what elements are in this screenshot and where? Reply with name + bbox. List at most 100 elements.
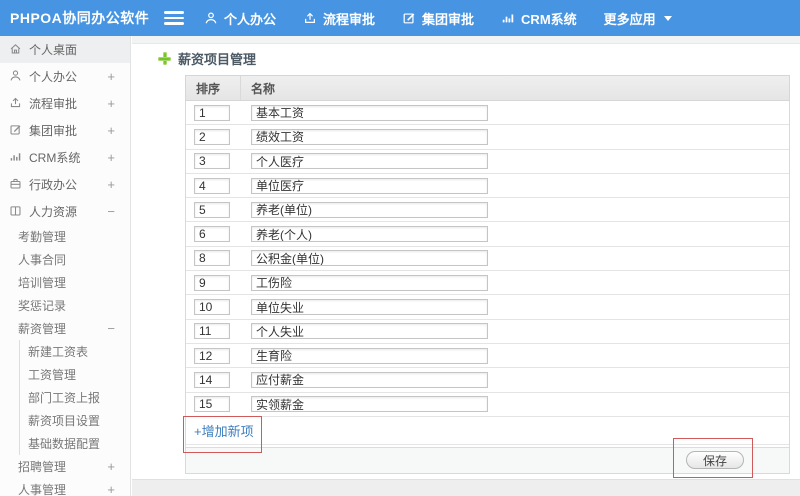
- sidebar-item-salary-item-settings[interactable]: 薪资项目设置: [20, 409, 130, 432]
- add-item-row: +增加新项: [186, 417, 789, 445]
- item-name-input[interactable]: [251, 396, 488, 413]
- add-new-item-link[interactable]: +增加新项: [194, 421, 254, 440]
- hamburger-menu-icon[interactable]: [164, 11, 184, 25]
- sort-order-input[interactable]: [194, 201, 230, 218]
- sidebar-item-group-approval[interactable]: 集团审批 +: [0, 117, 130, 144]
- item-name-input[interactable]: [251, 128, 488, 145]
- item-name-input[interactable]: [251, 347, 488, 364]
- order-cell: [186, 274, 241, 291]
- process-icon: [9, 96, 22, 112]
- nav-label: 个人办公: [224, 11, 277, 27]
- name-cell: [241, 396, 789, 413]
- expand-plus-icon[interactable]: +: [107, 96, 115, 111]
- expand-plus-icon[interactable]: +: [107, 459, 115, 474]
- sidebar-item-attendance-mgmt[interactable]: 考勤管理: [0, 225, 130, 248]
- expand-plus-icon[interactable]: +: [107, 123, 115, 138]
- sidebar-item-crm-system[interactable]: CRM系统 +: [0, 144, 130, 171]
- sidebar-item-label: 人力资源: [29, 205, 78, 219]
- nav-item-group-approval[interactable]: 集团审批: [402, 9, 474, 28]
- item-name-input[interactable]: [251, 153, 488, 170]
- item-name-input[interactable]: [251, 104, 488, 121]
- collapse-minus-icon[interactable]: −: [107, 321, 115, 336]
- sort-order-input[interactable]: [194, 371, 230, 388]
- sidebar-item-reward-records[interactable]: 奖惩记录: [0, 294, 130, 317]
- nav-label: 集团审批: [422, 11, 475, 27]
- edit-icon: [9, 123, 22, 139]
- app-logo: PHPOA协同办公软件: [10, 10, 150, 26]
- item-name-input[interactable]: [251, 299, 488, 316]
- order-cell: [186, 128, 241, 145]
- order-cell: [186, 226, 241, 243]
- briefcase-icon: [9, 177, 22, 193]
- table-row: [186, 320, 789, 344]
- nav-item-personal-office[interactable]: 个人办公: [204, 9, 276, 28]
- chart-icon: [501, 11, 515, 25]
- name-cell: [241, 226, 789, 243]
- sidebar-item-label: 个人办公: [29, 70, 78, 84]
- collapse-minus-icon[interactable]: −: [107, 204, 115, 219]
- sidebar-item-dept-payroll-report[interactable]: 部门工资上报: [20, 386, 130, 409]
- sidebar-item-admin-office[interactable]: 行政办公 +: [0, 171, 130, 198]
- item-name-input[interactable]: [251, 250, 488, 267]
- sidebar-item-label: 基础数据配置: [28, 437, 101, 451]
- sidebar: 个人桌面 个人办公 + 流程审批 + 集团审批 + CRM系统 + 行政办公 +…: [0, 36, 131, 496]
- sidebar-item-salary-mgmt[interactable]: 薪资管理 −: [0, 317, 130, 340]
- name-cell: [241, 201, 789, 218]
- expand-plus-icon[interactable]: +: [107, 177, 115, 192]
- item-name-input[interactable]: [251, 323, 488, 340]
- name-cell: [241, 128, 789, 145]
- save-button[interactable]: 保存: [686, 451, 744, 470]
- sidebar-item-training-mgmt[interactable]: 培训管理: [0, 271, 130, 294]
- page-title: 薪资项目管理: [158, 49, 256, 68]
- sort-order-input[interactable]: [194, 396, 230, 413]
- table-row: [186, 101, 789, 126]
- item-name-input[interactable]: [251, 177, 488, 194]
- item-name-input[interactable]: [251, 371, 488, 388]
- sidebar-item-personal-desktop[interactable]: 个人桌面: [0, 36, 130, 63]
- order-cell: [186, 177, 241, 194]
- nav-label: CRM系统: [521, 11, 577, 27]
- sort-order-input[interactable]: [194, 104, 230, 121]
- nav-item-more-apps[interactable]: 更多应用: [604, 9, 672, 28]
- sidebar-item-human-resources[interactable]: 人力资源 −: [0, 198, 130, 225]
- salary-submenu: 新建工资表 工资管理 部门工资上报 薪资项目设置 基础数据配置: [19, 340, 130, 455]
- sidebar-item-label: 行政办公: [29, 178, 78, 192]
- nav-item-process-approval[interactable]: 流程审批: [303, 9, 375, 28]
- sidebar-item-hr-contract[interactable]: 人事合同: [0, 248, 130, 271]
- sidebar-item-label: 人事管理: [18, 483, 67, 496]
- sort-order-input[interactable]: [194, 250, 230, 267]
- expand-plus-icon[interactable]: +: [107, 482, 115, 496]
- sidebar-item-new-payroll[interactable]: 新建工资表: [20, 340, 130, 363]
- expand-plus-icon[interactable]: +: [107, 150, 115, 165]
- sort-order-input[interactable]: [194, 153, 230, 170]
- sidebar-item-label: 薪资管理: [18, 322, 67, 336]
- sidebar-item-process-approval[interactable]: 流程审批 +: [0, 90, 130, 117]
- book-icon: [9, 204, 22, 220]
- sidebar-item-personnel-mgmt[interactable]: 人事管理 +: [0, 478, 130, 496]
- table-header-row: 排序 名称: [185, 75, 790, 101]
- sort-order-input[interactable]: [194, 128, 230, 145]
- sort-order-input[interactable]: [194, 299, 230, 316]
- content-bottom-strip: [132, 479, 800, 496]
- sort-order-input[interactable]: [194, 323, 230, 340]
- sort-order-input[interactable]: [194, 226, 230, 243]
- user-icon: [204, 11, 218, 25]
- sort-order-input[interactable]: [194, 347, 230, 364]
- order-cell: [186, 371, 241, 388]
- sidebar-item-recruitment-mgmt[interactable]: 招聘管理 +: [0, 455, 130, 478]
- item-name-input[interactable]: [251, 226, 488, 243]
- sort-order-input[interactable]: [194, 274, 230, 291]
- sidebar-item-basic-data-config[interactable]: 基础数据配置: [20, 432, 130, 455]
- item-name-input[interactable]: [251, 274, 488, 291]
- sidebar-item-personal-office[interactable]: 个人办公 +: [0, 63, 130, 90]
- expand-plus-icon[interactable]: +: [107, 69, 115, 84]
- table-row: [186, 271, 789, 296]
- nav-item-crm-system[interactable]: CRM系统: [501, 9, 577, 28]
- top-navbar: PHPOA协同办公软件 个人办公 流程审批 集团审批 CRM系统 更多应用: [0, 0, 800, 36]
- sort-order-input[interactable]: [194, 177, 230, 194]
- item-name-input[interactable]: [251, 201, 488, 218]
- sidebar-item-label: 薪资项目设置: [28, 414, 101, 428]
- order-cell: [186, 104, 241, 121]
- order-cell: [186, 299, 241, 316]
- sidebar-item-payroll-mgmt[interactable]: 工资管理: [20, 363, 130, 386]
